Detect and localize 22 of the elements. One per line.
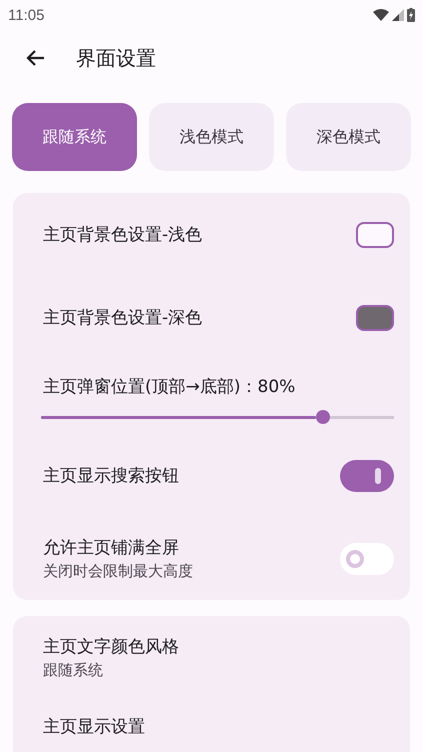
setting-label: 主页显示搜索按钮 (43, 465, 179, 487)
setting-label: 主页弹窗位置(顶部→底部)：80% (43, 376, 296, 398)
mode-tab[interactable]: 浅色模式 (149, 103, 274, 171)
color-swatch[interactable] (356, 304, 394, 330)
status-time: 11:05 (8, 6, 44, 24)
setting-label: 主页显示设置 (43, 716, 145, 738)
toggle-switch[interactable] (340, 542, 394, 574)
signal-icon (392, 9, 404, 21)
setting-label: 主页文字颜色风格 (43, 636, 179, 658)
toggle-switch[interactable] (340, 460, 394, 492)
setting-subtitle: 关闭时会限制最大高度 (43, 562, 193, 581)
setting-label: 主页背景色设置-浅色 (43, 224, 202, 246)
page-title: 界面设置 (76, 44, 156, 72)
wifi-icon (373, 9, 389, 21)
battery-icon (407, 8, 415, 22)
color-swatch[interactable] (356, 222, 394, 248)
slider-thumb[interactable] (316, 410, 330, 424)
setting-label: 主页背景色设置-深色 (43, 307, 202, 329)
mode-tab[interactable]: 跟随系统 (12, 103, 137, 171)
setting-subtitle: 跟随系统 (43, 661, 104, 680)
setting-label: 允许主页铺满全屏 (43, 537, 180, 559)
mode-tab[interactable]: 深色模式 (286, 103, 411, 171)
